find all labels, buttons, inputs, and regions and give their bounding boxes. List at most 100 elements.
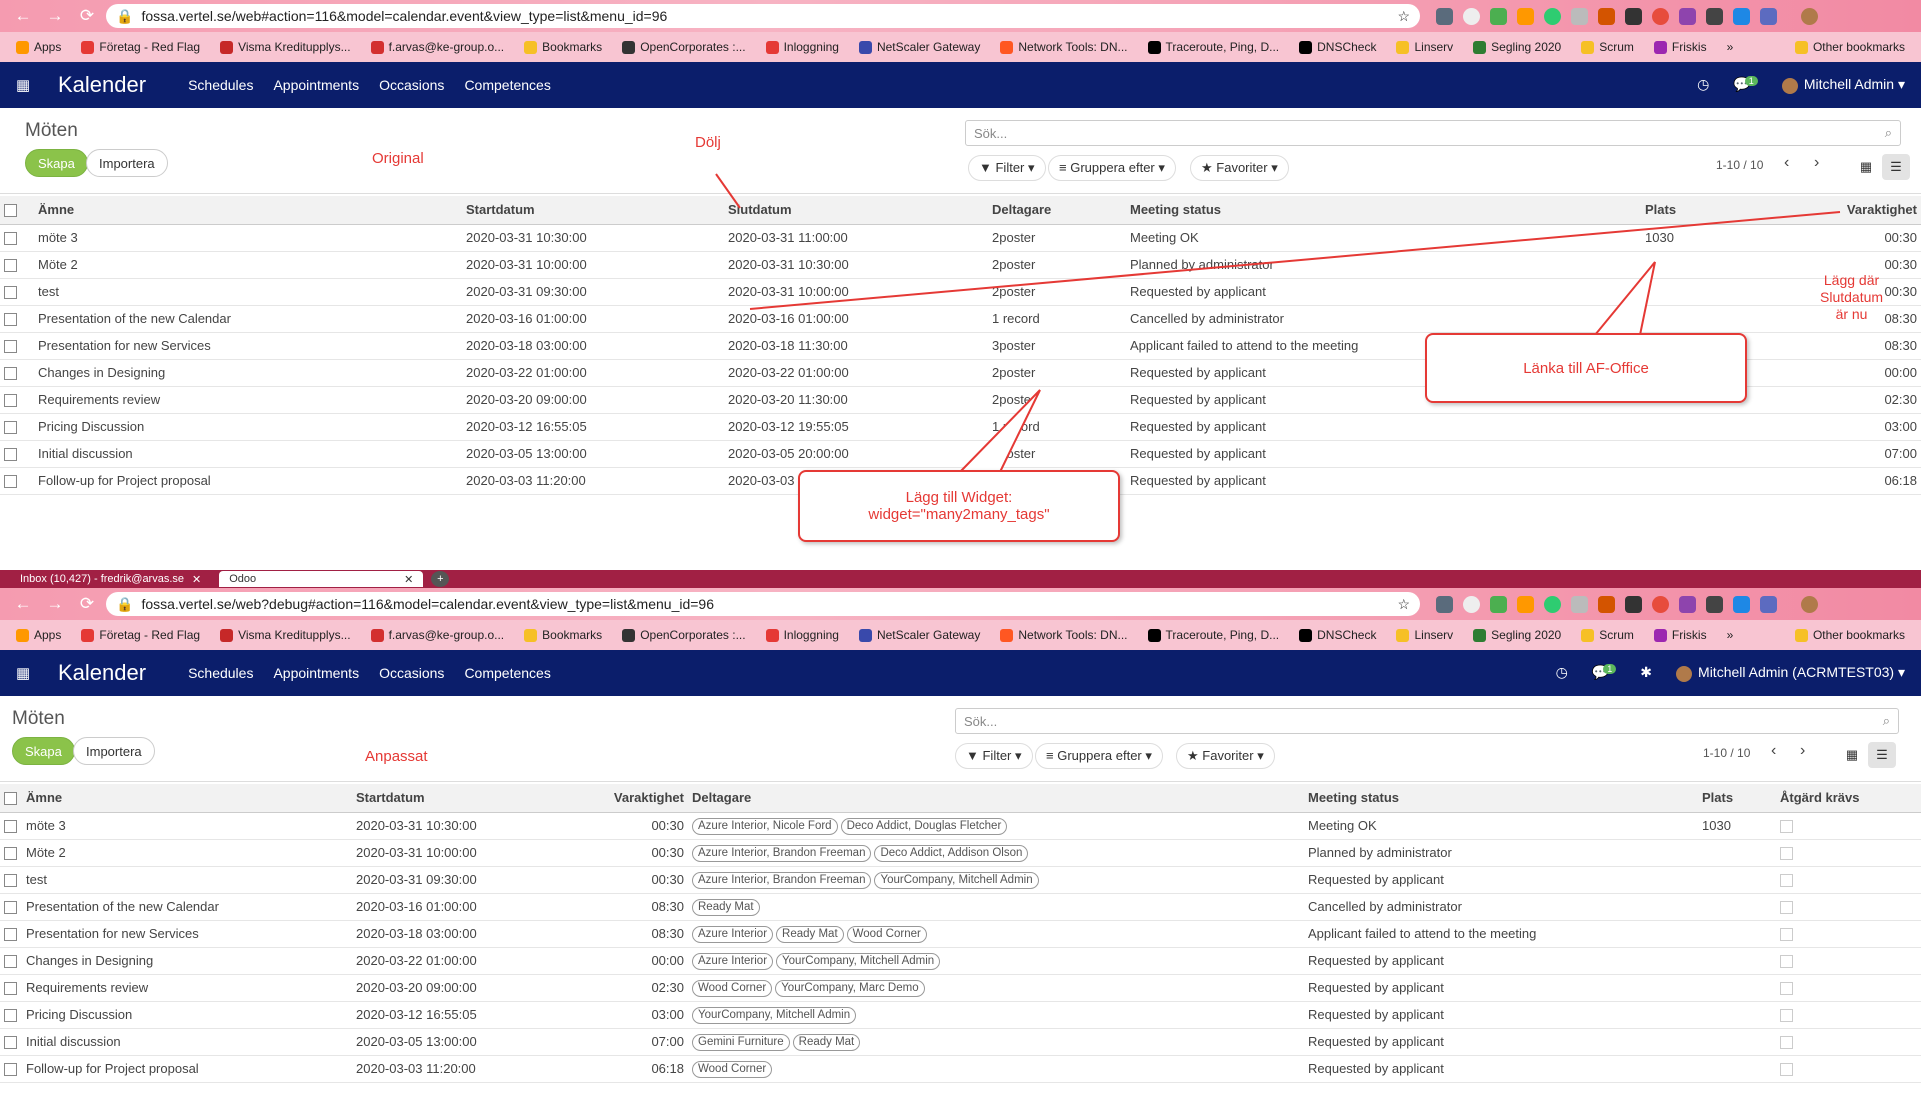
filter-button[interactable]: ▼ Filter ▾ [955, 743, 1033, 769]
menu-occasions[interactable]: Occasions [379, 77, 444, 93]
bookmark-item[interactable]: Segling 2020 [1465, 40, 1569, 54]
row-select[interactable] [0, 251, 34, 279]
search-icon[interactable]: ⌕ [1883, 713, 1890, 729]
calendar-view-icon[interactable]: ▦ [1838, 742, 1866, 768]
bookmark-item[interactable]: OpenCorporates :... [614, 628, 753, 642]
extension-icon[interactable] [1706, 595, 1723, 613]
user-menu[interactable]: Mitchell Admin ▾ [1781, 76, 1905, 94]
col-start[interactable]: Startdatum [352, 784, 552, 813]
action-required-checkbox[interactable] [1780, 955, 1793, 969]
row-select[interactable] [0, 1001, 22, 1029]
table-row[interactable]: Presentation for new Services 2020-03-18 … [0, 920, 1921, 948]
row-select[interactable] [0, 947, 22, 975]
select-all-checkbox[interactable] [0, 196, 34, 225]
pager-prev-icon[interactable]: ‹ [1784, 154, 1789, 172]
action-required-checkbox[interactable] [1780, 1036, 1793, 1050]
action-required-checkbox[interactable] [1780, 820, 1793, 834]
attendee-tag[interactable]: Ready Mat [692, 898, 760, 916]
attendee-tag[interactable]: YourCompany, Mitchell Admin [692, 1006, 857, 1024]
row-checkbox[interactable] [4, 1063, 17, 1077]
extension-icon[interactable] [1706, 7, 1723, 25]
pager-next-icon[interactable]: › [1814, 154, 1819, 172]
row-select[interactable] [0, 413, 34, 441]
bookmark-item[interactable]: Bookmarks [516, 40, 610, 54]
row-checkbox[interactable] [4, 394, 17, 408]
user-menu[interactable]: Mitchell Admin (ACRMTEST03) ▾ [1676, 664, 1905, 682]
row-checkbox[interactable] [4, 232, 17, 246]
row-checkbox[interactable] [4, 286, 17, 300]
table-row[interactable]: Pricing Discussion 2020-03-12 16:55:05 03:… [0, 1001, 1921, 1029]
extension-icon[interactable] [1463, 595, 1480, 613]
reload-icon[interactable]: ⟳ [74, 594, 100, 614]
action-required-checkbox[interactable] [1780, 982, 1793, 996]
action-required-checkbox[interactable] [1780, 928, 1793, 942]
extension-icon[interactable] [1598, 595, 1615, 613]
attendee-tag[interactable]: Wood Corner [692, 979, 773, 997]
extension-icon[interactable] [1760, 7, 1777, 25]
row-select[interactable] [0, 278, 34, 306]
row-select[interactable] [0, 920, 22, 948]
chat-icon[interactable]: 💬1 [1592, 664, 1617, 681]
select-all-checkbox[interactable] [0, 784, 22, 813]
row-checkbox[interactable] [4, 448, 17, 462]
app-brand[interactable]: Kalender [58, 72, 146, 98]
row-select[interactable] [0, 332, 34, 360]
table-row[interactable]: Möte 2 2020-03-31 10:00:00 2020-03-31 10:3… [0, 251, 1921, 279]
menu-appointments[interactable]: Appointments [273, 77, 359, 93]
bookmark-item[interactable]: Network Tools: DN... [992, 40, 1135, 54]
extension-icon[interactable] [1517, 595, 1534, 613]
import-button[interactable]: Importera [73, 737, 155, 765]
extension-icon[interactable] [1652, 7, 1669, 25]
bookmark-item[interactable]: DNSCheck [1291, 40, 1384, 54]
pager-value[interactable]: 1-10 / 10 [1703, 746, 1750, 760]
bookmark-item[interactable]: f.arvas@ke-group.o... [363, 40, 513, 54]
attendee-tag[interactable]: Azure Interior, Brandon Freeman [692, 871, 872, 889]
bookmark-item[interactable]: Traceroute, Ping, D... [1140, 40, 1288, 54]
profile-avatar-icon[interactable] [1801, 595, 1818, 613]
col-start[interactable]: Startdatum [462, 196, 724, 225]
row-checkbox[interactable] [4, 955, 17, 969]
close-icon[interactable]: ✕ [192, 573, 201, 586]
list-view-icon[interactable]: ☰ [1882, 154, 1910, 180]
row-checkbox[interactable] [4, 367, 17, 381]
extension-icon[interactable] [1490, 7, 1507, 25]
menu-appointments[interactable]: Appointments [273, 665, 359, 681]
extension-icon[interactable] [1490, 595, 1507, 613]
action-required-checkbox[interactable] [1780, 1063, 1793, 1077]
menu-competences[interactable]: Competences [464, 77, 550, 93]
table-row[interactable]: test 2020-03-31 09:30:00 00:30 Azure Interi… [0, 866, 1921, 894]
extension-icon[interactable] [1625, 7, 1642, 25]
bookmark-item[interactable]: f.arvas@ke-group.o... [363, 628, 513, 642]
new-tab-button[interactable]: + [431, 571, 450, 587]
col-subject[interactable]: Ämne [34, 196, 462, 225]
table-row[interactable]: Requirements review 2020-03-20 09:00:00 02… [0, 974, 1921, 1002]
search-input[interactable]: Sök... ⌕ [955, 708, 1899, 734]
pager-next-icon[interactable]: › [1800, 742, 1805, 760]
apps-grid-icon[interactable]: ▦ [16, 664, 44, 682]
action-required-checkbox[interactable] [1780, 1009, 1793, 1023]
import-button[interactable]: Importera [86, 149, 168, 177]
attendee-tag[interactable]: Azure Interior [692, 925, 774, 943]
other-bookmarks[interactable]: Other bookmarks [1787, 628, 1913, 642]
address-bar[interactable]: 🔒 fossa.vertel.se/web#action=116&model=c… [106, 4, 1420, 28]
col-end[interactable]: Slutdatum [724, 196, 988, 225]
attendee-tag[interactable]: Azure Interior [692, 952, 774, 970]
extension-icon[interactable] [1517, 7, 1534, 25]
row-checkbox[interactable] [4, 820, 17, 834]
extension-icon[interactable] [1436, 7, 1453, 25]
extension-icon[interactable] [1544, 7, 1561, 25]
bookmark-item[interactable]: Apps [8, 628, 69, 642]
extension-icon[interactable] [1436, 595, 1453, 613]
bookmark-item[interactable]: Inloggning [758, 40, 847, 54]
extension-icon[interactable] [1571, 595, 1588, 613]
groupby-button[interactable]: ≡ Gruppera efter ▾ [1035, 743, 1163, 769]
row-checkbox[interactable] [4, 259, 17, 273]
attendee-tag[interactable]: Deco Addict, Douglas Fletcher [840, 817, 1008, 835]
menu-schedules[interactable]: Schedules [188, 77, 253, 93]
extension-icon[interactable] [1679, 595, 1696, 613]
bookmark-item[interactable]: Visma Kreditupplys... [212, 628, 359, 642]
bookmark-item[interactable]: OpenCorporates :... [614, 40, 753, 54]
create-button[interactable]: Skapa [25, 149, 88, 177]
col-subject[interactable]: Ämne [22, 784, 352, 813]
forward-arrow-icon[interactable]: → [42, 6, 68, 26]
